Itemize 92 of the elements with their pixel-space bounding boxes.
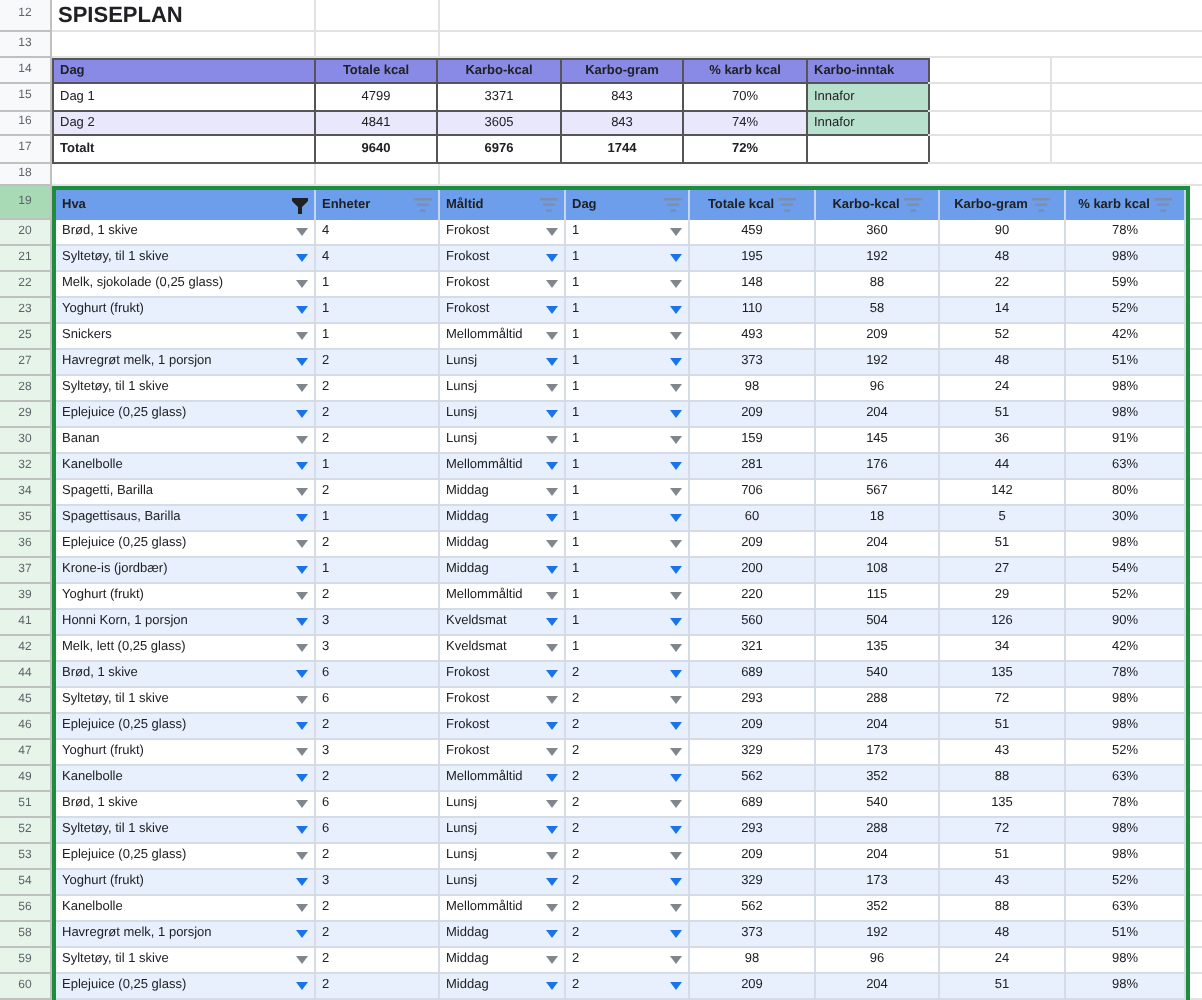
caret-icon[interactable] bbox=[670, 306, 682, 314]
caret-icon[interactable] bbox=[546, 670, 558, 678]
caret-icon[interactable] bbox=[296, 982, 308, 990]
caret-icon[interactable] bbox=[670, 566, 682, 574]
caret-icon[interactable] bbox=[546, 514, 558, 522]
caret-icon[interactable] bbox=[296, 878, 308, 886]
caret-icon[interactable] bbox=[296, 774, 308, 782]
caret-icon[interactable] bbox=[296, 956, 308, 964]
caret-icon[interactable] bbox=[546, 332, 558, 340]
caret-icon[interactable] bbox=[296, 280, 308, 288]
caret-icon[interactable] bbox=[546, 280, 558, 288]
caret-icon[interactable] bbox=[296, 514, 308, 522]
caret-icon[interactable] bbox=[546, 436, 558, 444]
caret-icon[interactable] bbox=[670, 228, 682, 236]
caret-icon[interactable] bbox=[296, 696, 308, 704]
caret-icon[interactable] bbox=[670, 878, 682, 886]
caret-icon[interactable] bbox=[546, 566, 558, 574]
caret-icon[interactable] bbox=[670, 436, 682, 444]
caret-icon[interactable] bbox=[296, 722, 308, 730]
caret-icon[interactable] bbox=[296, 384, 308, 392]
caret-icon[interactable] bbox=[670, 852, 682, 860]
caret-icon[interactable] bbox=[546, 878, 558, 886]
caret-icon[interactable] bbox=[670, 540, 682, 548]
caret-icon[interactable] bbox=[546, 982, 558, 990]
caret-icon[interactable] bbox=[546, 592, 558, 600]
caret-icon[interactable] bbox=[670, 514, 682, 522]
caret-icon[interactable] bbox=[296, 618, 308, 626]
caret-icon[interactable] bbox=[670, 358, 682, 366]
caret-icon[interactable] bbox=[296, 306, 308, 314]
caret-icon[interactable] bbox=[546, 644, 558, 652]
caret-icon[interactable] bbox=[296, 826, 308, 834]
caret-icon[interactable] bbox=[546, 956, 558, 964]
caret-icon[interactable] bbox=[670, 644, 682, 652]
caret-icon[interactable] bbox=[670, 280, 682, 288]
caret-icon[interactable] bbox=[670, 254, 682, 262]
caret-icon[interactable] bbox=[296, 540, 308, 548]
caret-icon[interactable] bbox=[296, 852, 308, 860]
caret-icon[interactable] bbox=[546, 254, 558, 262]
caret-icon[interactable] bbox=[670, 670, 682, 678]
caret-icon[interactable] bbox=[670, 332, 682, 340]
caret-icon[interactable] bbox=[670, 410, 682, 418]
caret-icon[interactable] bbox=[670, 722, 682, 730]
caret-icon[interactable] bbox=[670, 904, 682, 912]
caret-icon[interactable] bbox=[546, 618, 558, 626]
caret-icon[interactable] bbox=[296, 800, 308, 808]
caret-icon[interactable] bbox=[296, 410, 308, 418]
caret-icon[interactable] bbox=[546, 540, 558, 548]
filter-icon[interactable] bbox=[292, 197, 308, 213]
caret-icon[interactable] bbox=[546, 722, 558, 730]
caret-icon[interactable] bbox=[670, 800, 682, 808]
caret-icon[interactable] bbox=[296, 436, 308, 444]
caret-icon[interactable] bbox=[546, 462, 558, 470]
caret-icon[interactable] bbox=[546, 852, 558, 860]
caret-icon[interactable] bbox=[546, 410, 558, 418]
caret-icon[interactable] bbox=[670, 748, 682, 756]
sheet-title: SPISEPLAN bbox=[52, 0, 316, 32]
caret-icon[interactable] bbox=[546, 228, 558, 236]
caret-icon[interactable] bbox=[670, 696, 682, 704]
caret-icon[interactable] bbox=[546, 800, 558, 808]
caret-icon[interactable] bbox=[670, 488, 682, 496]
caret-icon[interactable] bbox=[296, 566, 308, 574]
caret-icon[interactable] bbox=[296, 748, 308, 756]
caret-icon[interactable] bbox=[296, 592, 308, 600]
caret-icon[interactable] bbox=[670, 618, 682, 626]
caret-icon[interactable] bbox=[546, 488, 558, 496]
caret-icon[interactable] bbox=[296, 254, 308, 262]
caret-icon[interactable] bbox=[670, 384, 682, 392]
caret-icon[interactable] bbox=[670, 930, 682, 938]
caret-icon[interactable] bbox=[546, 384, 558, 392]
caret-icon[interactable] bbox=[546, 930, 558, 938]
caret-icon[interactable] bbox=[670, 956, 682, 964]
caret-icon[interactable] bbox=[546, 826, 558, 834]
caret-icon[interactable] bbox=[670, 826, 682, 834]
caret-icon[interactable] bbox=[296, 644, 308, 652]
caret-icon[interactable] bbox=[546, 696, 558, 704]
caret-icon[interactable] bbox=[296, 930, 308, 938]
caret-icon[interactable] bbox=[546, 358, 558, 366]
caret-icon[interactable] bbox=[296, 904, 308, 912]
caret-icon[interactable] bbox=[670, 462, 682, 470]
caret-icon[interactable] bbox=[296, 358, 308, 366]
caret-icon[interactable] bbox=[296, 228, 308, 236]
caret-icon[interactable] bbox=[546, 748, 558, 756]
caret-icon[interactable] bbox=[296, 332, 308, 340]
caret-icon[interactable] bbox=[296, 488, 308, 496]
caret-icon[interactable] bbox=[296, 462, 308, 470]
caret-icon[interactable] bbox=[670, 592, 682, 600]
caret-icon[interactable] bbox=[546, 774, 558, 782]
caret-icon[interactable] bbox=[296, 670, 308, 678]
caret-icon[interactable] bbox=[546, 904, 558, 912]
caret-icon[interactable] bbox=[670, 774, 682, 782]
caret-icon[interactable] bbox=[670, 982, 682, 990]
caret-icon[interactable] bbox=[546, 306, 558, 314]
